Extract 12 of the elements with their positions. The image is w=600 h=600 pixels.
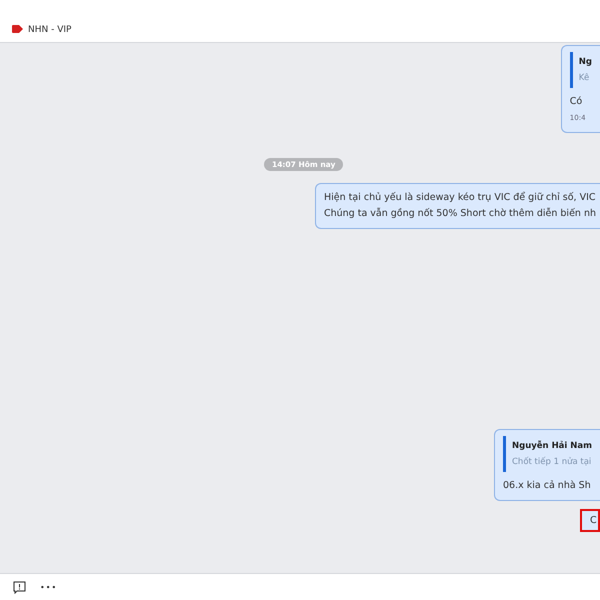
highlighted-message: C bbox=[580, 509, 600, 532]
group-name: NHN - VIP bbox=[28, 25, 72, 35]
more-button[interactable]: ••• bbox=[40, 582, 58, 592]
quote-author: Ng bbox=[578, 56, 592, 69]
quote-text: Kê bbox=[578, 72, 590, 85]
tag-icon bbox=[12, 25, 23, 33]
message-text: Chúng ta vẫn gồng nốt 50% Short chờ thêm diễn biến nh bbox=[324, 206, 596, 221]
message-text: Hiện tại chủ yếu là sideway kéo trụ VIC để giữ chỉ số, VIC bbox=[324, 190, 596, 205]
quote-text: Chốt tiếp 1 nửa tại bbox=[512, 456, 592, 469]
quote-author: Nguyễn Hải Nam bbox=[512, 440, 592, 453]
message-text: 06.x kia cả nhà Sh bbox=[503, 479, 592, 493]
message-text: Có bbox=[570, 95, 584, 109]
